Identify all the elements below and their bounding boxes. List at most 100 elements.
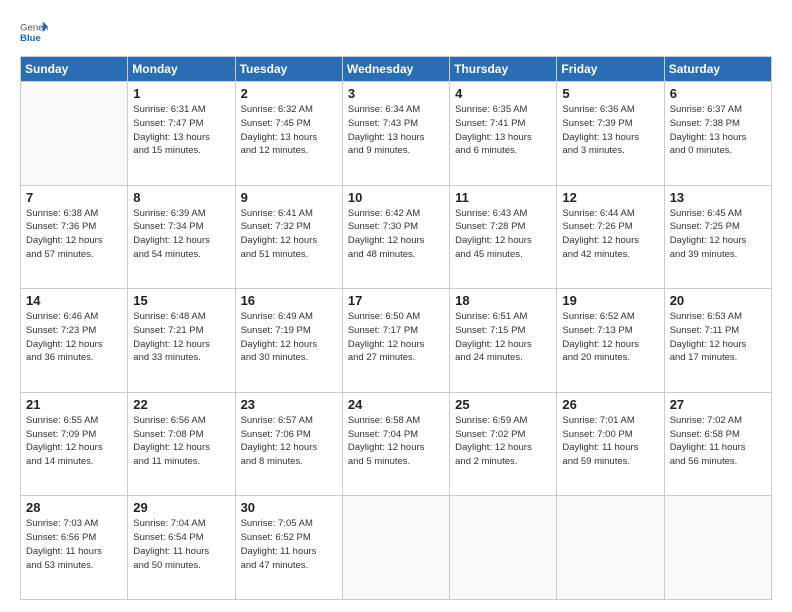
day-cell: 19 Sunrise: 6:52 AMSunset: 7:13 PMDayligh… — [557, 289, 664, 393]
day-info: Sunrise: 6:55 AMSunset: 7:09 PMDaylight:… — [26, 414, 122, 469]
week-row-1: 1 Sunrise: 6:31 AMSunset: 7:47 PMDaylight… — [21, 82, 772, 186]
day-number: 21 — [26, 397, 122, 412]
day-info: Sunrise: 6:52 AMSunset: 7:13 PMDaylight:… — [562, 310, 658, 365]
day-info: Sunrise: 6:46 AMSunset: 7:23 PMDaylight:… — [26, 310, 122, 365]
day-info: Sunrise: 7:03 AMSunset: 6:56 PMDaylight:… — [26, 517, 122, 572]
day-header-friday: Friday — [557, 57, 664, 82]
day-cell — [557, 496, 664, 600]
day-number: 12 — [562, 190, 658, 205]
day-number: 4 — [455, 86, 551, 101]
day-info: Sunrise: 6:44 AMSunset: 7:26 PMDaylight:… — [562, 207, 658, 262]
day-number: 7 — [26, 190, 122, 205]
day-number: 15 — [133, 293, 229, 308]
day-number: 2 — [241, 86, 337, 101]
day-cell: 12 Sunrise: 6:44 AMSunset: 7:26 PMDayligh… — [557, 185, 664, 289]
day-cell: 16 Sunrise: 6:49 AMSunset: 7:19 PMDayligh… — [235, 289, 342, 393]
day-info: Sunrise: 6:58 AMSunset: 7:04 PMDaylight:… — [348, 414, 444, 469]
day-cell: 9 Sunrise: 6:41 AMSunset: 7:32 PMDaylight… — [235, 185, 342, 289]
day-header-wednesday: Wednesday — [342, 57, 449, 82]
day-cell: 7 Sunrise: 6:38 AMSunset: 7:36 PMDaylight… — [21, 185, 128, 289]
day-header-thursday: Thursday — [450, 57, 557, 82]
day-number: 13 — [670, 190, 766, 205]
day-header-tuesday: Tuesday — [235, 57, 342, 82]
day-cell: 8 Sunrise: 6:39 AMSunset: 7:34 PMDaylight… — [128, 185, 235, 289]
day-number: 24 — [348, 397, 444, 412]
day-number: 11 — [455, 190, 551, 205]
day-number: 16 — [241, 293, 337, 308]
day-info: Sunrise: 6:48 AMSunset: 7:21 PMDaylight:… — [133, 310, 229, 365]
day-number: 25 — [455, 397, 551, 412]
day-cell: 26Sunrise: 7:01 AMSunset: 7:00 PMDayligh… — [557, 392, 664, 496]
day-cell: 24 Sunrise: 6:58 AMSunset: 7:04 PMDayligh… — [342, 392, 449, 496]
svg-text:Blue: Blue — [20, 33, 41, 44]
day-cell: 21 Sunrise: 6:55 AMSunset: 7:09 PMDayligh… — [21, 392, 128, 496]
logo: General Blue — [20, 18, 52, 46]
day-number: 17 — [348, 293, 444, 308]
day-info: Sunrise: 6:59 AMSunset: 7:02 PMDaylight:… — [455, 414, 551, 469]
week-row-4: 21 Sunrise: 6:55 AMSunset: 7:09 PMDayligh… — [21, 392, 772, 496]
day-number: 19 — [562, 293, 658, 308]
day-cell: 13 Sunrise: 6:45 AMSunset: 7:25 PMDayligh… — [664, 185, 771, 289]
day-info: Sunrise: 7:04 AMSunset: 6:54 PMDaylight:… — [133, 517, 229, 572]
day-info: Sunrise: 6:36 AMSunset: 7:39 PMDaylight:… — [562, 103, 658, 158]
day-info: Sunrise: 6:50 AMSunset: 7:17 PMDaylight:… — [348, 310, 444, 365]
day-info: Sunrise: 7:02 AMSunset: 6:58 PMDaylight:… — [670, 414, 766, 469]
day-cell: 28 Sunrise: 7:03 AMSunset: 6:56 PMDayligh… — [21, 496, 128, 600]
day-cell: 17 Sunrise: 6:50 AMSunset: 7:17 PMDayligh… — [342, 289, 449, 393]
day-cell: 20Sunrise: 6:53 AMSunset: 7:11 PMDayligh… — [664, 289, 771, 393]
day-cell — [342, 496, 449, 600]
day-cell: 18 Sunrise: 6:51 AMSunset: 7:15 PMDayligh… — [450, 289, 557, 393]
day-info: Sunrise: 6:38 AMSunset: 7:36 PMDaylight:… — [26, 207, 122, 262]
day-info: Sunrise: 6:37 AMSunset: 7:38 PMDaylight:… — [670, 103, 766, 158]
day-info: Sunrise: 6:42 AMSunset: 7:30 PMDaylight:… — [348, 207, 444, 262]
week-row-5: 28 Sunrise: 7:03 AMSunset: 6:56 PMDayligh… — [21, 496, 772, 600]
day-info: Sunrise: 6:57 AMSunset: 7:06 PMDaylight:… — [241, 414, 337, 469]
calendar: SundayMondayTuesdayWednesdayThursdayFrid… — [20, 56, 772, 600]
day-cell: 2Sunrise: 6:32 AMSunset: 7:45 PMDaylight… — [235, 82, 342, 186]
header: General Blue — [20, 18, 772, 46]
day-cell — [664, 496, 771, 600]
day-number: 1 — [133, 86, 229, 101]
day-info: Sunrise: 6:53 AMSunset: 7:11 PMDaylight:… — [670, 310, 766, 365]
day-header-saturday: Saturday — [664, 57, 771, 82]
week-row-3: 14 Sunrise: 6:46 AMSunset: 7:23 PMDayligh… — [21, 289, 772, 393]
day-number: 28 — [26, 500, 122, 515]
day-cell: 4 Sunrise: 6:35 AMSunset: 7:41 PMDaylight… — [450, 82, 557, 186]
day-header-monday: Monday — [128, 57, 235, 82]
day-cell: 27 Sunrise: 7:02 AMSunset: 6:58 PMDayligh… — [664, 392, 771, 496]
day-number: 18 — [455, 293, 551, 308]
day-info: Sunrise: 6:43 AMSunset: 7:28 PMDaylight:… — [455, 207, 551, 262]
day-cell: 29Sunrise: 7:04 AMSunset: 6:54 PMDayligh… — [128, 496, 235, 600]
day-cell: 3Sunrise: 6:34 AMSunset: 7:43 PMDaylight… — [342, 82, 449, 186]
day-number: 14 — [26, 293, 122, 308]
day-number: 8 — [133, 190, 229, 205]
day-number: 22 — [133, 397, 229, 412]
day-info: Sunrise: 6:35 AMSunset: 7:41 PMDaylight:… — [455, 103, 551, 158]
day-number: 26 — [562, 397, 658, 412]
day-cell: 10 Sunrise: 6:42 AMSunset: 7:30 PMDayligh… — [342, 185, 449, 289]
day-info: Sunrise: 6:49 AMSunset: 7:19 PMDaylight:… — [241, 310, 337, 365]
logo-icon: General Blue — [20, 18, 48, 46]
day-info: Sunrise: 6:56 AMSunset: 7:08 PMDaylight:… — [133, 414, 229, 469]
day-cell — [21, 82, 128, 186]
day-number: 5 — [562, 86, 658, 101]
day-cell: 6Sunrise: 6:37 AMSunset: 7:38 PMDaylight… — [664, 82, 771, 186]
day-number: 10 — [348, 190, 444, 205]
day-number: 9 — [241, 190, 337, 205]
day-info: Sunrise: 6:41 AMSunset: 7:32 PMDaylight:… — [241, 207, 337, 262]
day-cell: 30 Sunrise: 7:05 AMSunset: 6:52 PMDayligh… — [235, 496, 342, 600]
day-cell: 1 Sunrise: 6:31 AMSunset: 7:47 PMDaylight… — [128, 82, 235, 186]
day-number: 23 — [241, 397, 337, 412]
day-info: Sunrise: 6:31 AMSunset: 7:47 PMDaylight:… — [133, 103, 229, 158]
day-number: 3 — [348, 86, 444, 101]
day-info: Sunrise: 6:51 AMSunset: 7:15 PMDaylight:… — [455, 310, 551, 365]
day-number: 27 — [670, 397, 766, 412]
day-number: 30 — [241, 500, 337, 515]
day-cell: 23 Sunrise: 6:57 AMSunset: 7:06 PMDayligh… — [235, 392, 342, 496]
day-cell: 14 Sunrise: 6:46 AMSunset: 7:23 PMDayligh… — [21, 289, 128, 393]
day-info: Sunrise: 7:05 AMSunset: 6:52 PMDaylight:… — [241, 517, 337, 572]
day-cell: 11 Sunrise: 6:43 AMSunset: 7:28 PMDayligh… — [450, 185, 557, 289]
day-info: Sunrise: 6:39 AMSunset: 7:34 PMDaylight:… — [133, 207, 229, 262]
day-cell: 25 Sunrise: 6:59 AMSunset: 7:02 PMDayligh… — [450, 392, 557, 496]
day-info: Sunrise: 6:45 AMSunset: 7:25 PMDaylight:… — [670, 207, 766, 262]
